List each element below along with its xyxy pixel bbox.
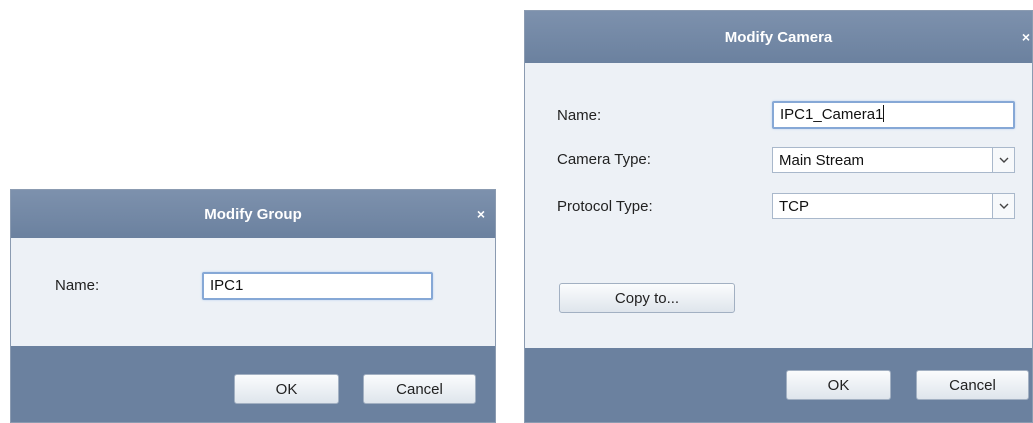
modify-group-titlebar[interactable]: Modify Group ×	[11, 190, 495, 238]
cancel-button[interactable]: Cancel	[916, 370, 1029, 400]
camera-type-select[interactable]: Main Stream	[772, 147, 1015, 173]
protocol-type-value: TCP	[779, 198, 809, 215]
ok-button[interactable]: OK	[786, 370, 891, 400]
protocol-type-label: Protocol Type:	[557, 198, 653, 215]
close-icon[interactable]: ×	[477, 207, 485, 221]
modify-camera-dialog: Modify Camera × Name: IPC1_Camera1 Camer…	[524, 10, 1033, 423]
name-label: Name:	[55, 277, 100, 294]
ok-button[interactable]: OK	[234, 374, 339, 404]
protocol-type-select[interactable]: TCP	[772, 193, 1015, 219]
group-name-value: IPC1	[210, 277, 244, 294]
cancel-button[interactable]: Cancel	[363, 374, 476, 404]
copy-to-button[interactable]: Copy to...	[559, 283, 735, 313]
dialog-footer: OK Cancel	[525, 348, 1032, 422]
camera-type-label: Camera Type:	[557, 151, 651, 168]
dialog-title: Modify Camera	[724, 28, 833, 46]
chevron-down-icon[interactable]	[992, 148, 1014, 172]
dialog-footer: OK Cancel	[11, 346, 495, 422]
camera-name-value: IPC1_Camera1	[780, 106, 884, 123]
dialog-title: Modify Group	[204, 205, 302, 223]
close-icon[interactable]: ×	[1022, 30, 1030, 44]
modify-camera-titlebar[interactable]: Modify Camera ×	[525, 11, 1032, 63]
name-label: Name:	[557, 107, 602, 124]
chevron-down-icon[interactable]	[992, 194, 1014, 218]
group-name-input[interactable]: IPC1	[202, 272, 433, 300]
text-caret	[883, 105, 885, 122]
camera-type-value: Main Stream	[779, 152, 865, 169]
modify-group-dialog: Modify Group × Name: IPC1 OK Cancel	[10, 189, 496, 423]
camera-name-input[interactable]: IPC1_Camera1	[772, 101, 1015, 129]
